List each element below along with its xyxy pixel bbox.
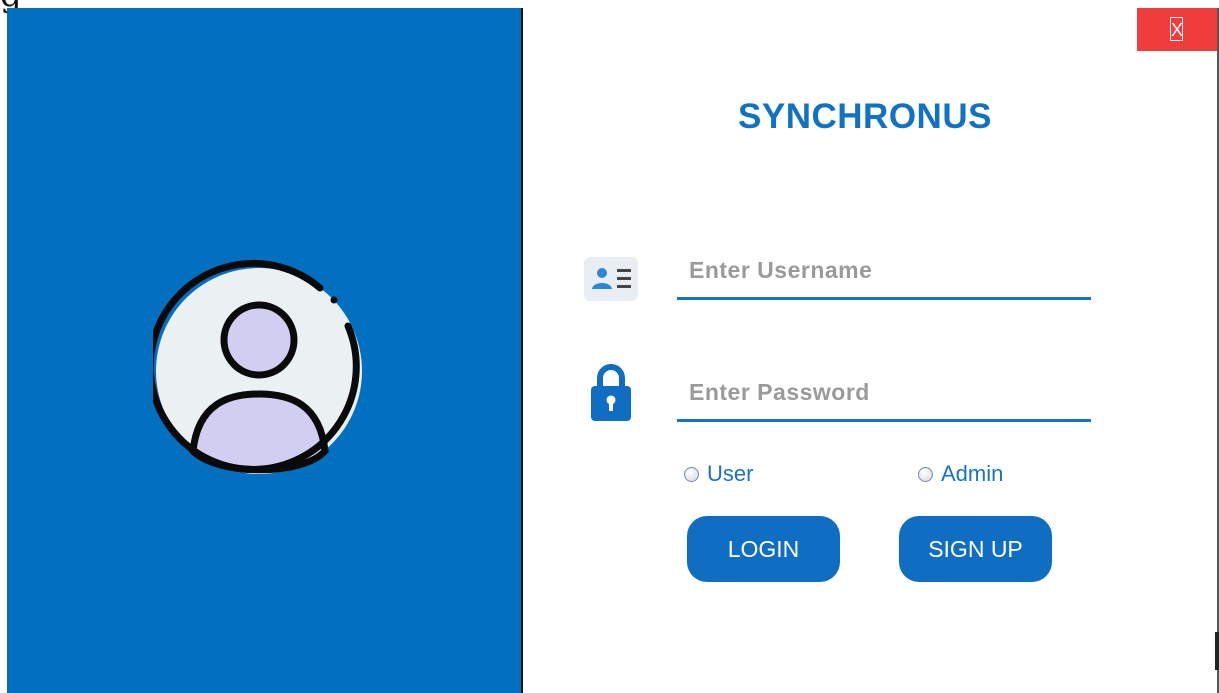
brand-panel	[7, 8, 523, 693]
password-input[interactable]	[687, 369, 1081, 415]
radio-button-icon[interactable]	[684, 466, 699, 482]
role-label-admin: Admin	[941, 461, 1004, 486]
id-card-icon	[584, 257, 638, 301]
login-button[interactable]: LOGIN	[687, 516, 840, 582]
signup-button[interactable]: SIGN UP	[899, 516, 1052, 582]
role-radio-user[interactable]: User	[684, 461, 753, 487]
username-input[interactable]	[687, 247, 1081, 293]
user-circle-icon	[153, 260, 362, 474]
window-top-strip	[0, 0, 1219, 8]
lock-icon	[591, 364, 631, 421]
username-field-wrapper	[677, 247, 1091, 300]
role-radio-admin[interactable]: Admin	[918, 461, 1003, 487]
app-title: SYNCHRONUS	[738, 97, 992, 136]
password-field-wrapper	[677, 369, 1091, 422]
close-button[interactable]: X	[1137, 8, 1217, 51]
role-label-user: User	[707, 461, 754, 486]
radio-button-icon[interactable]	[918, 466, 933, 482]
close-icon: X	[1170, 17, 1183, 41]
window-edge-mark	[1215, 632, 1219, 670]
